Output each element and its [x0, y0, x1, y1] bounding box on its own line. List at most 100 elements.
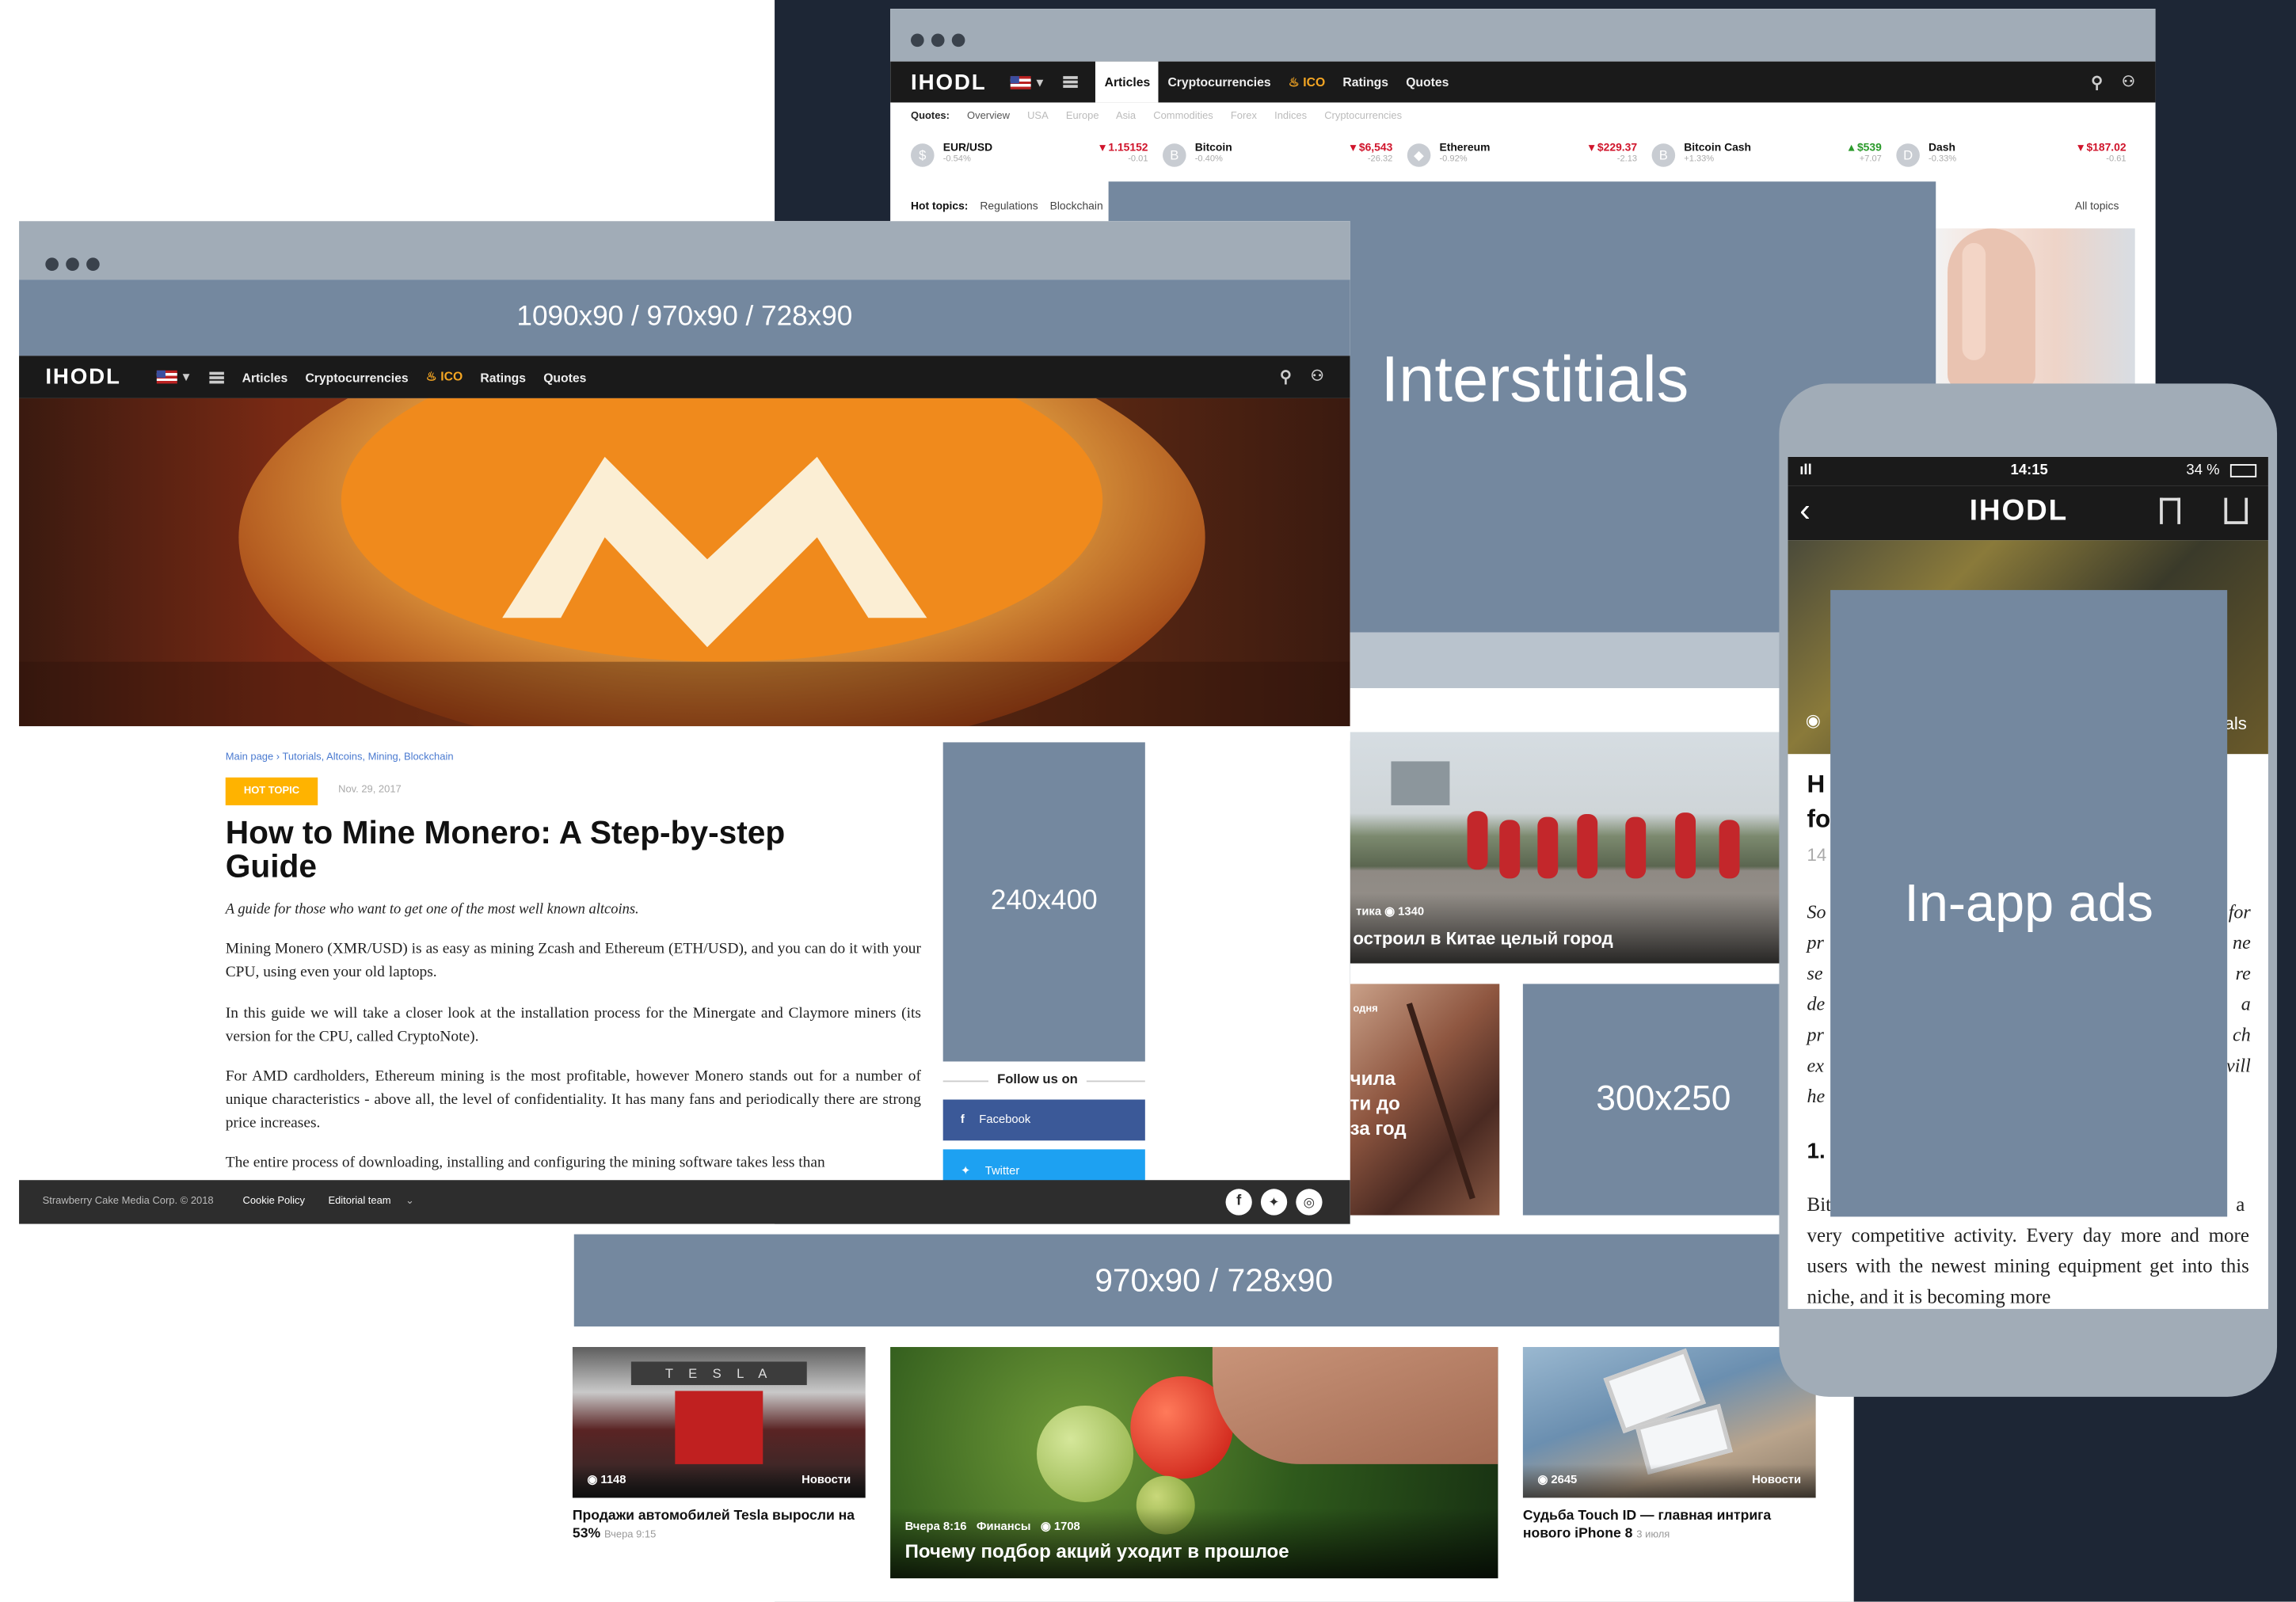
twitter-icon[interactable]: ✦	[1260, 1189, 1288, 1216]
article-paragraph: Mining Monero (XMR/USD) is as easy as mi…	[225, 941, 921, 981]
quote-item[interactable]: B Bitcoin Cash +1.33% ▴ $539 +7.07	[1651, 140, 1882, 173]
user-icon[interactable]: ⚇	[2122, 74, 2135, 89]
oil-rig-photo[interactable]: одня чила ти до за год	[1350, 984, 1500, 1216]
card-time: Вчера 9:15	[604, 1530, 657, 1541]
quote-change: -0.33%	[1929, 154, 1957, 165]
quote-tab[interactable]: Indices	[1274, 112, 1307, 122]
signal-icon: ıll	[1799, 462, 1812, 479]
card-stats: тика ◉ 1340	[1356, 904, 1425, 919]
quote-item[interactable]: B Bitcoin -0.40% ▾ $6,543 -26.32	[1163, 140, 1392, 173]
quote-delta: -2.13	[1616, 154, 1638, 165]
ad-label: 240x400	[990, 885, 1098, 917]
search-icon[interactable]: ⚲	[2091, 73, 2103, 91]
search-icon[interactable]: ⚲	[1280, 367, 1292, 386]
menu-icon[interactable]	[209, 371, 225, 383]
quote-tab[interactable]: Commodities	[1153, 112, 1213, 122]
card-title[interactable]: Продажи автомобилей Tesla выросли на 53%…	[573, 1508, 866, 1544]
status-time: 14:15	[2010, 462, 2048, 479]
article-paragraph: The entire process of downloading, insta…	[225, 1155, 825, 1172]
nav-articles[interactable]: Articles	[242, 370, 288, 384]
battery-icon	[2229, 464, 2257, 478]
nav-ratings[interactable]: Ratings	[480, 370, 526, 384]
quote-tab[interactable]: Asia	[1116, 112, 1136, 122]
quote-value: ▾ $6,543	[1350, 140, 1393, 154]
quote-tab[interactable]: USA	[1027, 112, 1049, 122]
card-meta: Вчера 8:16 Финансы ◉ 1708	[904, 1520, 1080, 1533]
flag-icon[interactable]	[156, 370, 177, 384]
app-header: ‹ IHODL	[1788, 485, 2268, 541]
quote-change: -0.92%	[1439, 154, 1468, 165]
hot-topic-link[interactable]: Blockchain	[1050, 199, 1103, 212]
card-tag: Новости	[802, 1472, 851, 1486]
site-logo[interactable]: IHODL	[911, 70, 1011, 94]
eye-icon: ◉	[1537, 1472, 1552, 1486]
quote-tab[interactable]: Europe	[1066, 112, 1099, 122]
tomato-photo[interactable]: Вчера 8:16 Финансы ◉ 1708 Почему подбор …	[890, 1346, 1498, 1579]
card-title[interactable]: Судьба Touch ID — главная интрига нового…	[1523, 1508, 1816, 1544]
quote-item[interactable]: D Dash -0.33% ▾ $187.02 -0.61	[1896, 140, 2127, 173]
quote-item[interactable]: ◆ Ethereum -0.92% ▾ $229.37 -2.13	[1407, 140, 1637, 173]
views-count: ◉ 2645	[1537, 1472, 1578, 1486]
chevron-down-icon[interactable]: ⌄	[406, 1197, 414, 1207]
nav-quotes[interactable]: Quotes	[1406, 74, 1449, 89]
quote-delta: -0.01	[1128, 154, 1148, 165]
quote-value: ▾ $229.37	[1589, 140, 1638, 154]
rectangle-ad[interactable]: 300x250	[1522, 984, 1804, 1216]
footer-link-cookie[interactable]: Cookie Policy	[243, 1197, 305, 1207]
article-title: How to Mine Monero: A Step-by-step Guide	[225, 813, 786, 885]
back-icon[interactable]: ‹	[1799, 492, 1811, 530]
bookmark-icon[interactable]	[2160, 497, 2181, 524]
quote-name: Ethereum	[1439, 140, 1491, 154]
iphone-photo[interactable]: ◉ 2645 Новости	[1522, 1346, 1816, 1498]
photo-label: als	[2224, 713, 2247, 734]
quote-name: Bitcoin	[1194, 140, 1232, 154]
breadcrumb-tags[interactable]: Tutorials, Altcoins, Mining, Blockchain	[282, 752, 453, 763]
nav-ico[interactable]: ♨ ICO	[1289, 74, 1325, 89]
nav-cryptocurrencies[interactable]: Cryptocurrencies	[1167, 74, 1270, 89]
article-paragraph: In this guide we will take a closer look…	[225, 1006, 921, 1046]
all-topics-link[interactable]: All topics	[2075, 199, 2119, 212]
nav-articles-active[interactable]: Articles	[1095, 61, 1159, 103]
breadcrumb-home[interactable]: Main page	[226, 752, 273, 763]
sidebar-ad[interactable]: 240x400	[942, 742, 1145, 1062]
menu-icon[interactable]	[1063, 76, 1079, 88]
quote-tab[interactable]: Cryptocurrencies	[1324, 112, 1402, 122]
quote-name: Bitcoin Cash	[1684, 140, 1751, 154]
breadcrumb: Main page › Tutorials, Altcoins, Mining,…	[225, 752, 454, 763]
quote-item[interactable]: $ EUR/USD -0.54% ▾ 1.15152 -0.01	[911, 140, 1148, 173]
facebook-icon: f	[960, 1113, 965, 1126]
window-controls[interactable]	[45, 252, 107, 278]
tesla-store-photo[interactable]: T E S L A ◉ 1148 Новости	[572, 1346, 866, 1498]
chinese-city-photo[interactable]: тика ◉ 1340 остроил в Китае целый город	[1350, 732, 1781, 964]
quote-tab[interactable]: Overview	[967, 112, 1010, 122]
nav-quotes[interactable]: Quotes	[543, 370, 586, 384]
share-icon[interactable]	[2224, 497, 2248, 524]
facebook-button[interactable]: f Facebook	[942, 1099, 1145, 1141]
instagram-icon[interactable]: ◎	[1296, 1189, 1323, 1216]
in-app-ad[interactable]: In-app ads	[1830, 590, 2228, 1217]
top-banner-ad[interactable]: 1090x90 / 970x90 / 728x90	[19, 280, 1350, 356]
article-paragraph: For AMD cardholders, Ethereum mining is …	[225, 1068, 921, 1132]
flag-icon[interactable]	[1010, 75, 1031, 89]
hot-topic-badge[interactable]: HOT TOPIC	[225, 777, 318, 805]
bottom-banner-ad[interactable]: 970x90 / 728x90	[573, 1234, 1854, 1327]
quote-tabs: Quotes: Overview USA Europe Asia Commodi…	[911, 112, 1402, 122]
ethereum-icon: ◆	[1407, 143, 1431, 167]
ad-label: 300x250	[1596, 1079, 1731, 1119]
footer-copyright: Strawberry Cake Media Corp. © 2018	[42, 1196, 214, 1207]
interstitial-ad-lower	[1350, 632, 1790, 688]
nav-cryptocurrencies[interactable]: Cryptocurrencies	[305, 370, 408, 384]
quote-tab[interactable]: Forex	[1231, 112, 1257, 122]
front-browser-window: 1090x90 / 970x90 / 728x90 IHODL ▾ Articl…	[19, 221, 1350, 1224]
nav-ratings[interactable]: Ratings	[1342, 74, 1388, 89]
hot-topic-link[interactable]: Regulations	[980, 199, 1038, 212]
footer-link-editorial[interactable]: Editorial team	[328, 1197, 390, 1207]
quote-delta: +7.07	[1859, 154, 1882, 165]
user-icon[interactable]: ⚇	[1311, 369, 1324, 385]
window-controls[interactable]	[911, 28, 973, 54]
facebook-icon[interactable]: f	[1225, 1189, 1252, 1216]
site-logo[interactable]: IHODL	[45, 364, 157, 389]
nav-ico[interactable]: ♨ ICO	[426, 369, 463, 385]
body-fragment-right: a	[2236, 1193, 2245, 1216]
status-bar: ıll 14:15 34 %	[1788, 456, 2268, 486]
